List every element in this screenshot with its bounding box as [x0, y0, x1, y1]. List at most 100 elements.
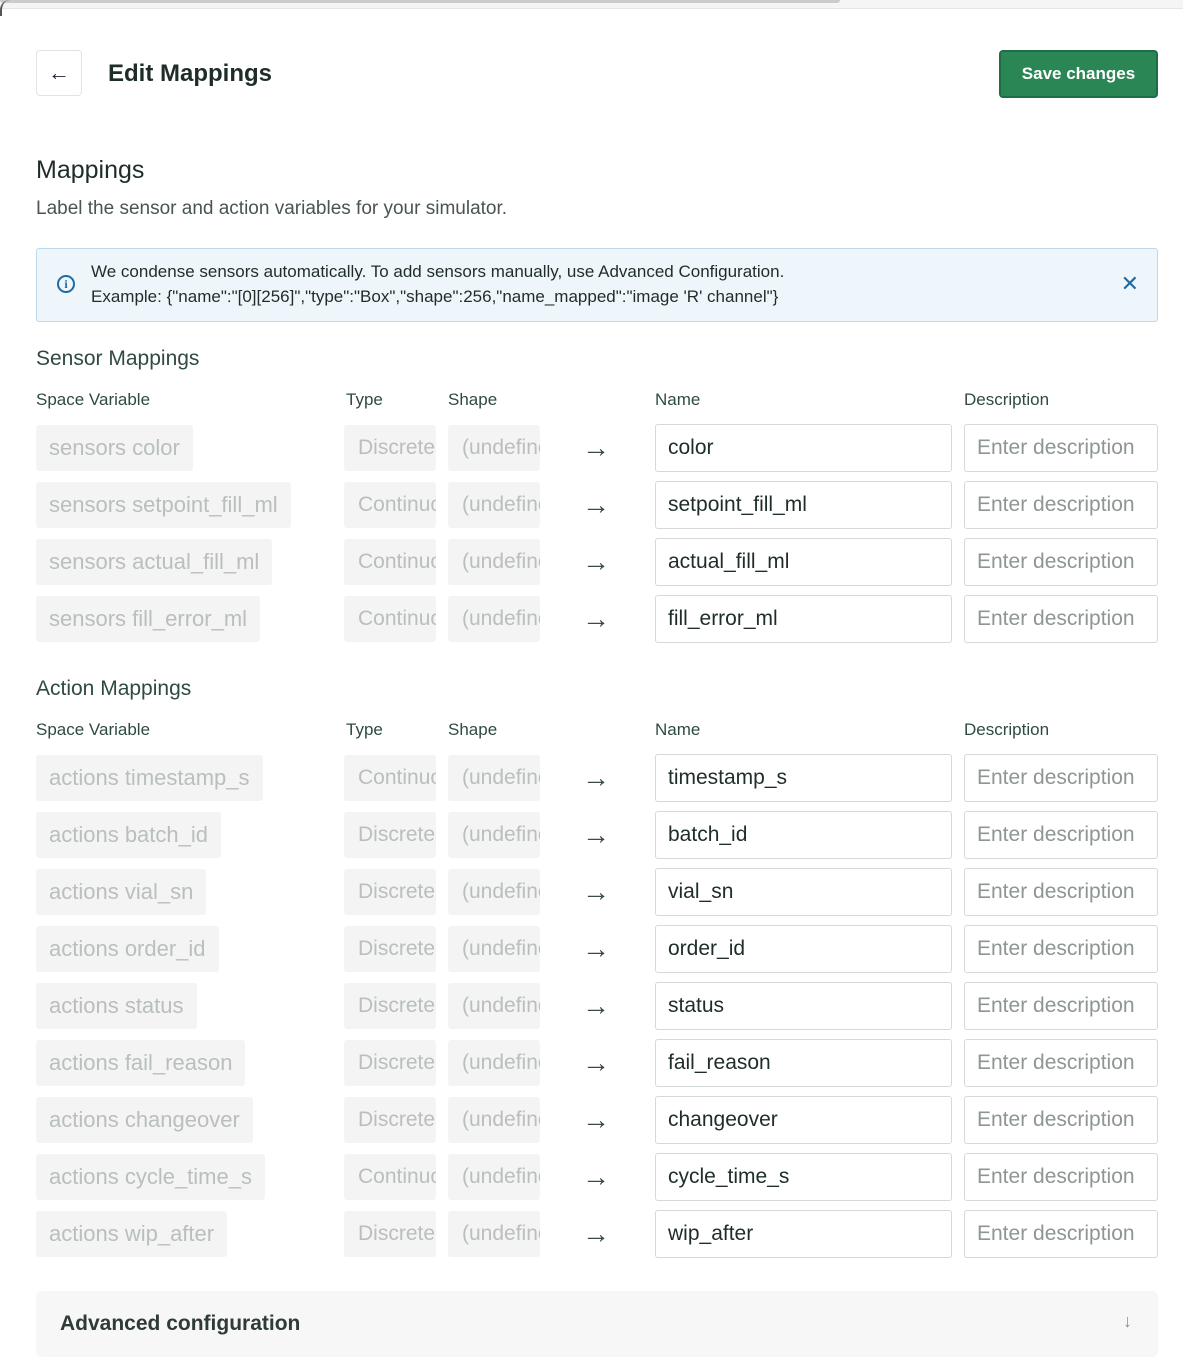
space-variable-chip: actions cycle_time_s	[36, 1154, 265, 1200]
mapping-row: actions timestamp_s Continuous (undefined)…	[36, 753, 1158, 802]
type-field: Discrete	[344, 1211, 436, 1257]
arrow-right-icon: →	[582, 876, 610, 907]
col-name: Name	[655, 720, 701, 739]
space-variable-chip: sensors actual_fill_ml	[36, 539, 273, 585]
name-input[interactable]: wip_after	[655, 1210, 952, 1258]
space-variable-chip: actions status	[36, 983, 197, 1029]
save-changes-button[interactable]: Save changes	[999, 50, 1158, 98]
info-icon: i	[57, 275, 75, 293]
arrow-right-icon: →	[582, 762, 610, 793]
name-input[interactable]: timestamp_s	[655, 754, 952, 802]
shape-field: (undefined)	[448, 926, 540, 972]
mappings-title: Mappings	[36, 156, 145, 184]
window-corner	[0, 0, 12, 16]
mapping-row: actions status Discrete (undefined) → status…	[36, 981, 1158, 1030]
name-input[interactable]: status	[655, 982, 952, 1030]
name-input[interactable]: batch_id	[655, 811, 952, 859]
action-mappings-title: Action Mappings	[36, 677, 192, 700]
name-input[interactable]: actual_fill_ml	[655, 538, 952, 586]
arrow-right-icon: →	[582, 432, 610, 463]
arrow-left-icon: ←	[48, 60, 70, 85]
arrow-right-icon: →	[582, 489, 610, 520]
mapping-row: actions wip_after Discrete (undefined) → wip…	[36, 1209, 1158, 1258]
mappings-subtitle: Label the sensor and action variables fo…	[36, 198, 508, 219]
shape-field: (undefined)	[448, 755, 540, 801]
description-input[interactable]: Enter description	[964, 538, 1158, 586]
mapping-row: sensors setpoint_fill_ml Continuous (undef…	[36, 480, 1158, 529]
mapping-row: sensors color Discrete (undefined) → colorEn…	[36, 423, 1158, 472]
mapping-row: actions vial_sn Discrete (undefined) → vial_…	[36, 867, 1158, 916]
type-field: Continuous	[344, 755, 436, 801]
page-title: Edit Mappings	[108, 60, 272, 87]
name-input[interactable]: color	[655, 424, 952, 472]
description-input[interactable]: Enter description	[964, 754, 1158, 802]
advanced-configuration-label: Advanced configuration	[60, 1312, 301, 1335]
type-field: Discrete	[344, 869, 436, 915]
shape-field: (undefined)	[448, 425, 540, 471]
name-input[interactable]: fill_error_ml	[655, 595, 952, 643]
shape-field: (undefined)	[448, 482, 540, 528]
sensor-mappings-title: Sensor Mappings	[36, 347, 200, 370]
name-input[interactable]: order_id	[655, 925, 952, 973]
mapping-row: actions cycle_time_s Continuous (undefined…	[36, 1152, 1158, 1201]
description-input[interactable]: Enter description	[964, 868, 1158, 916]
shape-field: (undefined)	[448, 869, 540, 915]
shape-field: (undefined)	[448, 1211, 540, 1257]
type-field: Continuous	[344, 1154, 436, 1200]
space-variable-chip: actions order_id	[36, 926, 219, 972]
page-header: ← Edit Mappings Save changes	[36, 50, 1158, 98]
description-input[interactable]: Enter description	[964, 1210, 1158, 1258]
arrow-right-icon: →	[582, 933, 610, 964]
space-variable-chip: actions fail_reason	[36, 1040, 246, 1086]
col-shape: Shape	[448, 720, 498, 739]
description-input[interactable]: Enter description	[964, 1039, 1158, 1087]
mapping-row: actions order_id Discrete (undefined) → orde…	[36, 924, 1158, 973]
space-variable-chip: actions timestamp_s	[36, 755, 263, 801]
description-input[interactable]: Enter description	[964, 1096, 1158, 1144]
shape-field: (undefined)	[448, 983, 540, 1029]
arrow-right-icon: →	[582, 603, 610, 634]
description-input[interactable]: Enter description	[964, 982, 1158, 1030]
description-input[interactable]: Enter description	[964, 925, 1158, 973]
mapping-row: sensors actual_fill_ml Continuous (undefin…	[36, 537, 1158, 586]
arrow-right-icon: →	[582, 990, 610, 1021]
name-input[interactable]: setpoint_fill_ml	[655, 481, 952, 529]
type-field: Discrete	[344, 983, 436, 1029]
name-input[interactable]: fail_reason	[655, 1039, 952, 1087]
horizontal-scrollbar[interactable]	[0, 0, 840, 3]
description-input[interactable]: Enter description	[964, 481, 1158, 529]
type-field: Continuous	[344, 539, 436, 585]
name-input[interactable]: changeover	[655, 1096, 952, 1144]
description-input[interactable]: Enter description	[964, 1153, 1158, 1201]
arrow-right-icon: →	[582, 1161, 610, 1192]
arrow-right-icon: →	[582, 819, 610, 850]
type-field: Discrete	[344, 1097, 436, 1143]
description-input[interactable]: Enter description	[964, 424, 1158, 472]
advanced-configuration-toggle[interactable]: Advanced configuration ↓	[36, 1291, 1158, 1357]
arrow-right-icon: →	[582, 546, 610, 577]
space-variable-chip: sensors fill_error_ml	[36, 596, 261, 642]
banner-text-line1: We condense sensors automatically. To ad…	[91, 262, 785, 281]
shape-field: (undefined)	[448, 596, 540, 642]
name-input[interactable]: cycle_time_s	[655, 1153, 952, 1201]
arrow-right-icon: →	[582, 1047, 610, 1078]
space-variable-chip: actions batch_id	[36, 812, 221, 858]
close-icon[interactable]: ✕	[1121, 271, 1139, 297]
col-type: Type	[346, 720, 383, 739]
back-button[interactable]: ←	[36, 50, 82, 96]
description-input[interactable]: Enter description	[964, 811, 1158, 859]
shape-field: (undefined)	[448, 812, 540, 858]
col-shape: Shape	[448, 390, 498, 409]
arrow-right-icon: →	[582, 1104, 610, 1135]
name-input[interactable]: vial_sn	[655, 868, 952, 916]
mapping-row: sensors fill_error_ml Continuous (undefine…	[36, 594, 1158, 643]
type-field: Discrete	[344, 425, 436, 471]
info-banner: i We condense sensors automatically. To …	[36, 248, 1158, 322]
space-variable-chip: sensors setpoint_fill_ml	[36, 482, 291, 528]
col-space-variable: Space Variable	[36, 390, 151, 409]
mapping-row: actions fail_reason Discrete (undefined) → f…	[36, 1038, 1158, 1087]
description-input[interactable]: Enter description	[964, 595, 1158, 643]
type-field: Discrete	[344, 812, 436, 858]
space-variable-chip: sensors color	[36, 425, 193, 471]
mapping-row: actions changeover Discrete (undefined) → ch…	[36, 1095, 1158, 1144]
